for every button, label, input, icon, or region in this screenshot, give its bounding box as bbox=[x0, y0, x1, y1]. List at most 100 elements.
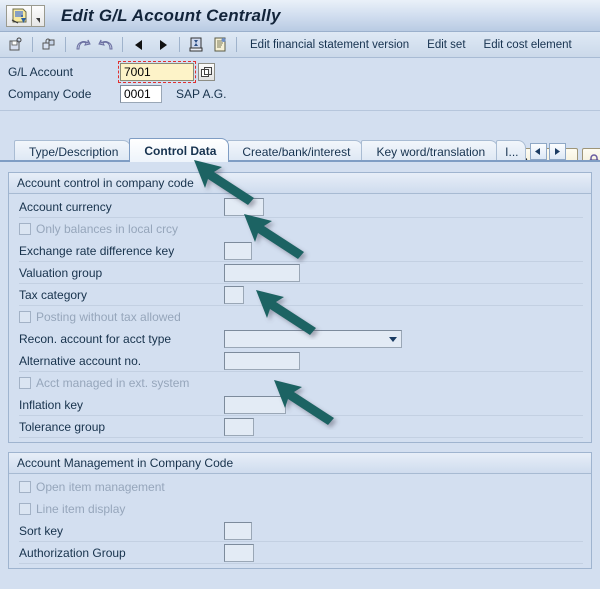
page-title: Edit G/L Account Centrally bbox=[61, 6, 281, 26]
field-row-sort-key: Sort key bbox=[9, 520, 591, 542]
exchange-rate-difference-key-field[interactable] bbox=[224, 242, 252, 260]
authorization-group-field[interactable] bbox=[224, 544, 254, 562]
acct-managed-in-ext-system-label: Acct managed in ext. system bbox=[36, 376, 241, 390]
only-balances-local-crcy-label: Only balances in local crcy bbox=[36, 222, 241, 236]
row-divider bbox=[19, 563, 583, 564]
line-item-display-checkbox[interactable] bbox=[19, 503, 31, 515]
tolerance-group-field[interactable] bbox=[224, 418, 254, 436]
tab-scroll-right-icon[interactable] bbox=[549, 143, 566, 160]
section-title: Account control in company code bbox=[9, 173, 591, 194]
field-row-line-item-display[interactable]: Line item display bbox=[9, 498, 591, 520]
open-item-management-checkbox[interactable] bbox=[19, 481, 31, 493]
field-row-exchange-rate-difference-key: Exchange rate difference key bbox=[9, 240, 591, 262]
tab-scroll-left-icon[interactable] bbox=[530, 143, 547, 160]
note-icon[interactable] bbox=[209, 35, 231, 55]
toolbar-separator bbox=[122, 37, 123, 52]
tab-label: Key word/translation bbox=[376, 145, 485, 159]
posting-without-tax-allowed-checkbox[interactable] bbox=[19, 311, 31, 323]
previous-arrow-icon[interactable] bbox=[128, 35, 150, 55]
valuation-group-label: Valuation group bbox=[19, 266, 224, 280]
gl-account-input[interactable] bbox=[120, 63, 194, 81]
only-balances-local-crcy-checkbox[interactable] bbox=[19, 223, 31, 235]
tab-type-description[interactable]: Type/Description bbox=[14, 140, 131, 162]
field-row-valuation-group: Valuation group bbox=[9, 262, 591, 284]
posting-without-tax-allowed-label: Posting without tax allowed bbox=[36, 310, 241, 324]
open-item-management-label: Open item management bbox=[36, 480, 241, 494]
section-title: Account Management in Company Code bbox=[9, 453, 591, 474]
account-currency-label: Account currency bbox=[19, 200, 224, 214]
menu-edit-financial-statement-version[interactable]: Edit financial statement version bbox=[250, 39, 409, 51]
tab-key-word-translation[interactable]: Key word/translation bbox=[361, 140, 498, 162]
tab-label: Type/Description bbox=[29, 145, 118, 159]
lock-object-icon[interactable] bbox=[38, 35, 60, 55]
dropdown-arrow-icon bbox=[36, 18, 40, 23]
alternative-account-no-field[interactable] bbox=[224, 352, 300, 370]
field-row-tax-category: Tax category bbox=[9, 284, 591, 306]
field-row-tolerance-group: Tolerance group bbox=[9, 416, 591, 438]
tax-category-label: Tax category bbox=[19, 288, 224, 302]
section-body: Open item management Line item display S… bbox=[9, 474, 591, 568]
company-code-label: Company Code bbox=[8, 87, 120, 101]
tab-information[interactable]: I... bbox=[496, 140, 525, 162]
field-row-posting-without-tax-allowed[interactable]: Posting without tax allowed bbox=[9, 306, 591, 328]
window-title-bar: Edit G/L Account Centrally bbox=[0, 0, 600, 32]
inflation-key-field[interactable] bbox=[224, 396, 286, 414]
acct-managed-in-ext-system-checkbox[interactable] bbox=[19, 377, 31, 389]
gl-account-label: G/L Account bbox=[8, 65, 120, 79]
matchcode-icon[interactable] bbox=[198, 63, 215, 81]
tab-label: Control Data bbox=[144, 144, 216, 158]
company-code-input[interactable] bbox=[120, 85, 162, 103]
gl-account-row: G/L Account bbox=[8, 63, 215, 81]
line-item-display-label: Line item display bbox=[36, 502, 241, 516]
tab-label: I... bbox=[505, 145, 518, 159]
field-row-acct-managed-in-ext-system[interactable]: Acct managed in ext. system bbox=[9, 372, 591, 394]
tab-create-bank-interest[interactable]: Create/bank/interest bbox=[227, 140, 363, 162]
window-menu-dropdown-button[interactable] bbox=[32, 5, 45, 27]
tolerance-group-label: Tolerance group bbox=[19, 420, 224, 434]
sort-key-label: Sort key bbox=[19, 524, 224, 538]
header-fields-area: G/L Account Company Code SAP A.G. bbox=[0, 58, 600, 111]
tab-label: Create/bank/interest bbox=[242, 145, 350, 159]
toolbar-separator bbox=[65, 37, 66, 52]
toolbar-separator bbox=[179, 37, 180, 52]
control-data-panel: Account control in company code Account … bbox=[0, 162, 600, 589]
valuation-group-field[interactable] bbox=[224, 264, 300, 282]
next-arrow-icon[interactable] bbox=[152, 35, 174, 55]
toolbar-separator bbox=[236, 37, 237, 52]
field-row-authorization-group: Authorization Group bbox=[9, 542, 591, 564]
recon-account-for-acct-type-label: Recon. account for acct type bbox=[19, 332, 224, 346]
hourglass-icon[interactable] bbox=[185, 35, 207, 55]
tax-category-field[interactable] bbox=[224, 286, 244, 304]
alternative-account-no-label: Alternative account no. bbox=[19, 354, 224, 368]
menu-edit-set[interactable]: Edit set bbox=[427, 39, 465, 51]
row-divider bbox=[19, 437, 583, 438]
recon-account-select-wrapper[interactable] bbox=[224, 330, 402, 348]
sort-key-field[interactable] bbox=[224, 522, 252, 540]
back-undo-icon[interactable] bbox=[71, 35, 93, 55]
exchange-rate-difference-key-label: Exchange rate difference key bbox=[19, 244, 224, 258]
toolbar-separator bbox=[32, 37, 33, 52]
sap-document-icon[interactable] bbox=[6, 5, 32, 27]
tab-control-data[interactable]: Control Data bbox=[129, 138, 229, 162]
field-row-alternative-account-no: Alternative account no. bbox=[9, 350, 591, 372]
save-icon[interactable] bbox=[5, 35, 27, 55]
field-row-only-balances-local-crcy[interactable]: Only balances in local crcy bbox=[9, 218, 591, 240]
section-body: Account currency Only balances in local … bbox=[9, 194, 591, 442]
account-currency-field[interactable] bbox=[224, 198, 264, 216]
inflation-key-label: Inflation key bbox=[19, 398, 224, 412]
recon-account-for-acct-type-select[interactable] bbox=[224, 330, 402, 348]
menu-edit-cost-element[interactable]: Edit cost element bbox=[484, 39, 572, 51]
account-control-section: Account control in company code Account … bbox=[8, 172, 592, 443]
field-row-account-currency: Account currency bbox=[9, 196, 591, 218]
tab-strip: Type/Description Control Data Create/ban… bbox=[0, 136, 600, 162]
authorization-group-label: Authorization Group bbox=[19, 546, 224, 560]
application-toolbar: Edit financial statement version Edit se… bbox=[0, 32, 600, 58]
forward-redo-icon[interactable] bbox=[95, 35, 117, 55]
field-row-recon-account-for-acct-type: Recon. account for acct type bbox=[9, 328, 591, 350]
field-row-open-item-management[interactable]: Open item management bbox=[9, 476, 591, 498]
chevron-down-icon[interactable] bbox=[389, 337, 397, 342]
account-management-section: Account Management in Company Code Open … bbox=[8, 452, 592, 569]
field-row-inflation-key: Inflation key bbox=[9, 394, 591, 416]
company-code-row: Company Code SAP A.G. bbox=[8, 85, 226, 103]
company-code-description: SAP A.G. bbox=[176, 87, 226, 101]
